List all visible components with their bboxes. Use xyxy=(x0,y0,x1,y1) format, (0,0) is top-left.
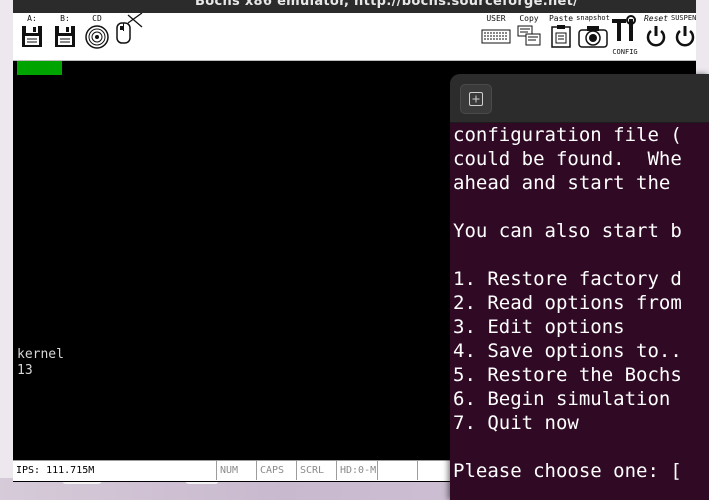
terminal-line: 6. Begin simulation xyxy=(453,388,671,410)
suspend-button[interactable]: SUSPEND xyxy=(671,13,696,60)
copy-icon xyxy=(517,25,541,46)
cdrom-label: CD xyxy=(92,14,102,23)
terminal-line: 1. Restore factory d xyxy=(453,268,682,290)
terminal-headerbar[interactable] xyxy=(450,74,709,123)
floppy-icon xyxy=(22,26,42,47)
floppy-b-button[interactable]: B: xyxy=(52,13,78,60)
copy-label: Copy xyxy=(519,14,539,23)
mouse-toggle-button[interactable] xyxy=(114,13,144,60)
caps-lock-indicator: CAPS xyxy=(256,461,296,480)
bochs-toolbar: A: B: CD USER Copy Paste snapshot CONFIG… xyxy=(13,13,696,61)
status-cell xyxy=(417,461,451,480)
power-icon xyxy=(675,26,695,47)
reset-label: Reset xyxy=(643,14,669,23)
config-label: CONFIG xyxy=(612,48,638,56)
floppy-icon xyxy=(55,26,75,47)
terminal-line: 5. Restore the Bochs xyxy=(453,364,682,386)
terminal-line: You can also start b xyxy=(453,220,682,242)
camera-icon xyxy=(578,26,608,48)
hd-indicator: HD:0-M xyxy=(336,461,376,480)
new-tab-icon xyxy=(469,92,483,106)
terminal-line: 4. Save options to.. xyxy=(453,340,682,362)
user-label: USER xyxy=(486,14,506,23)
terminal-line: could be found. Whe xyxy=(453,148,682,170)
terminal-line: 2. Read options from xyxy=(453,292,682,314)
reset-icon xyxy=(646,26,666,47)
status-cell xyxy=(377,461,417,480)
terminal-window[interactable]: configuration file ( could be found. Whe… xyxy=(450,74,709,500)
terminal-line: ahead and start the xyxy=(453,172,682,194)
config-button[interactable]: CONFIG xyxy=(610,13,640,60)
terminal-line: 7. Quit now xyxy=(453,412,579,434)
ips-readout: IPS: 111.715M xyxy=(16,465,95,476)
snapshot-label: snapshot xyxy=(576,14,610,22)
mouse-icon xyxy=(116,13,143,44)
new-tab-button[interactable] xyxy=(460,84,492,114)
paste-label: Paste xyxy=(548,14,574,23)
terminal-line: 3. Edit options xyxy=(453,316,625,338)
suspend-label: SUSPEND xyxy=(671,14,696,22)
num-lock-indicator: NUM xyxy=(216,461,256,480)
window-title: Bochs x86 emulator, http://bochs.sourcef… xyxy=(195,0,579,9)
screen-line: 13 xyxy=(17,363,33,378)
paste-button[interactable]: Paste xyxy=(548,13,574,60)
floppy-b-label: B: xyxy=(60,14,70,23)
terminal-prompt[interactable]: Please choose one: [ xyxy=(453,460,682,482)
snapshot-button[interactable]: snapshot xyxy=(576,13,610,60)
floppy-a-button[interactable]: A: xyxy=(19,13,45,60)
cdrom-icon xyxy=(85,25,109,49)
screen-line: kernel xyxy=(17,347,64,362)
keyboard-icon xyxy=(481,29,511,44)
reset-button[interactable]: Reset xyxy=(641,13,671,60)
floppy-a-label: A: xyxy=(27,14,37,23)
window-titlebar[interactable]: Bochs x86 emulator, http://bochs.sourcef… xyxy=(13,0,696,13)
terminal-line: configuration file ( xyxy=(453,124,682,146)
config-icon xyxy=(612,15,636,41)
paste-icon xyxy=(551,25,571,48)
scroll-lock-indicator: SCRL xyxy=(296,461,336,480)
activity-indicator xyxy=(17,61,62,75)
copy-button[interactable]: Copy xyxy=(515,13,543,60)
user-button[interactable]: USER xyxy=(481,13,511,60)
cdrom-button[interactable]: CD xyxy=(84,13,110,60)
